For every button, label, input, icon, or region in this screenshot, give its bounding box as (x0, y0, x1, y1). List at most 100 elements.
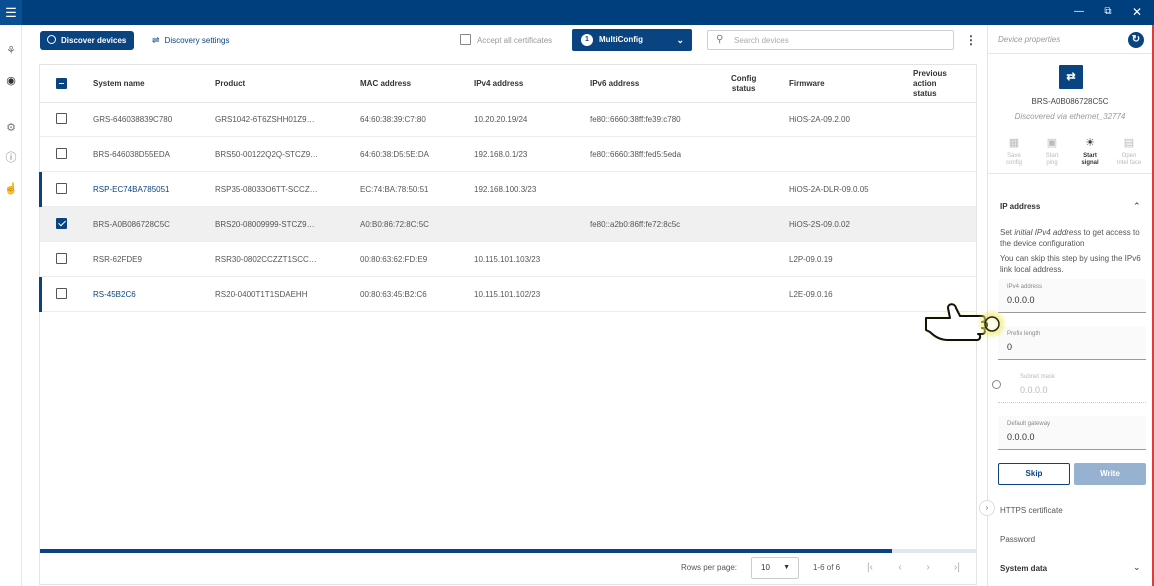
select-all-checkbox[interactable] (56, 78, 67, 89)
more-options-icon[interactable]: ⋮ (965, 31, 977, 50)
accept-all-certificates[interactable]: Accept all certificates (460, 34, 552, 46)
title-bar: ☰ — ⧉ ✕ (0, 0, 1154, 25)
table-row[interactable]: GRS-646038839C780 GRS1042-6T6ZSHH01Z9… 6… (40, 102, 976, 137)
prefix-length-field[interactable]: Prefix length 0 (998, 326, 1146, 360)
table-row[interactable]: RSR-62FDE9 RSR30-0802CCZZT1SCC… 00:80:63… (40, 242, 976, 277)
skip-button[interactable]: Skip (998, 463, 1070, 485)
subnet-mask-toggle[interactable] (992, 380, 1001, 389)
cell-ipv4: 192.168.0.1/23 (474, 150, 528, 159)
chevron-down-icon: ⌄ (676, 35, 684, 45)
first-page-icon[interactable]: |‹ (863, 555, 877, 581)
discovery-settings-button[interactable]: ⇌ Discovery settings (152, 31, 229, 50)
header-product[interactable]: Product (215, 65, 245, 103)
header-ipv4[interactable]: IPv4 address (474, 65, 523, 103)
cell-mac: 00:80:63:62:FD:E9 (360, 255, 428, 264)
table-row[interactable]: BRS-646038D55EDA BRS50-00122Q2Q-STCZ9… 6… (40, 137, 976, 172)
cell-ipv4: 10.20.20.19/24 (474, 115, 528, 124)
write-button[interactable]: Write (1074, 463, 1146, 485)
panel-divider-actions (988, 173, 1152, 174)
discover-devices-button[interactable]: Discover devices (40, 31, 135, 50)
row-checkbox[interactable] (56, 218, 67, 229)
default-gateway-field[interactable]: Default gateway 0.0.0.0 (998, 416, 1146, 450)
row-checkbox[interactable] (56, 288, 67, 299)
multiconfig-dropdown[interactable]: 1 MultiConfig ⌄ (572, 29, 692, 51)
row-checkbox[interactable] (56, 253, 67, 264)
table-row[interactable]: BRS-A0B086728C5C BRS20-08009999-STCZ9… A… (40, 207, 976, 242)
open-window-icon: ▤ (1123, 137, 1135, 149)
discovery-icon[interactable]: ◉ (0, 72, 22, 90)
device-switch-icon: ⇄ (1059, 65, 1083, 89)
network-tree-icon[interactable]: ⚘ (0, 42, 22, 60)
cell-ipv4: 10.115.101.103/23 (474, 255, 541, 264)
cell-product: BRS20-08009999-STCZ9… (215, 220, 315, 229)
header-firmware[interactable]: Firmware (789, 65, 825, 103)
header-system-name[interactable]: System name (93, 65, 145, 103)
panel-title: Device properties (998, 35, 1061, 44)
cell-firmware: HiOS-2A-DLR-09.0.05 (789, 185, 869, 194)
gear-icon[interactable]: ⚙ (0, 119, 22, 137)
row-checkbox[interactable] (56, 183, 67, 194)
start-ping-button[interactable]: ▣ Start ping (1034, 136, 1070, 167)
header-previous-action-status[interactable]: Previous action status (913, 61, 947, 107)
minimize-icon[interactable]: — (1068, 0, 1090, 25)
accept-certs-checkbox[interactable] (460, 34, 471, 45)
ip-address-section-title[interactable]: IP address (1000, 202, 1040, 211)
cell-product: RSR30-0802CCZZT1SCC… (215, 255, 317, 264)
cell-firmware: HiOS-2A-09.2.00 (789, 115, 850, 124)
chevron-up-icon[interactable]: ⌃ (1133, 201, 1141, 212)
https-certificate-section[interactable]: HTTPS certificate (1000, 506, 1063, 515)
device-properties-panel: Device properties ↻ ⇄ BRS-A0B086728C5C D… (988, 25, 1152, 586)
open-interface-button[interactable]: ▤ Open Intel face (1111, 136, 1147, 167)
rows-per-page-select[interactable]: 10 ▼ (751, 557, 799, 579)
refresh-icon[interactable]: ↻ (1128, 32, 1144, 48)
restore-icon[interactable]: ⧉ (1097, 0, 1119, 25)
row-checkbox[interactable] (56, 113, 67, 124)
cell-system-name: RSP-EC74BA785051 (93, 185, 170, 194)
search-input[interactable] (734, 34, 944, 47)
previous-page-icon[interactable]: ‹ (893, 555, 907, 581)
cell-mac: 64:60:38:D5:5E:DA (360, 150, 429, 159)
last-page-icon[interactable]: ›| (950, 555, 964, 581)
table-row[interactable]: RSP-EC74BA785051 RSP35-08033O6TT-SCCZ… E… (39, 172, 976, 207)
cell-system-name: BRS-A0B086728C5C (93, 220, 170, 229)
ipv4-address-field[interactable]: IPv4 address 0.0.0.0 (998, 279, 1146, 313)
header-mac[interactable]: MAC address (360, 65, 411, 103)
toolbar: Discover devices ⇌ Discovery settings Acc… (22, 25, 987, 57)
panel-divider-top (988, 53, 1152, 54)
cell-firmware: L2P-09.0.19 (789, 255, 833, 264)
row-checkbox[interactable] (56, 148, 67, 159)
cell-ipv6: fe80::6660:38ff:fed5:5eda (590, 150, 682, 159)
help-icon[interactable]: ⓘ (0, 149, 22, 167)
caret-down-icon: ▼ (783, 564, 790, 571)
page-range: 1-6 of 6 (813, 563, 841, 572)
password-section[interactable]: Password (1000, 535, 1035, 544)
cell-mac: A0:B0:86:72:8C:5C (360, 220, 429, 229)
system-data-section[interactable]: System data (1000, 564, 1047, 573)
start-signal-button[interactable]: ☀ Start signal (1072, 136, 1108, 167)
cell-ipv4: 192.168.100.3/23 (474, 185, 537, 194)
row-accent (39, 172, 42, 207)
collapse-panel-button[interactable]: › (979, 500, 995, 516)
lightbulb-icon: ☀ (1085, 137, 1095, 149)
pointing-hand-cursor-icon (925, 303, 1004, 341)
cell-mac: 64:60:38:39:C7:80 (360, 115, 426, 124)
scrollbar-thumb[interactable] (40, 549, 892, 553)
header-ipv6[interactable]: IPv6 address (590, 65, 639, 103)
cell-ipv6: fe80::a2b0:86ff:fe72:8c5c (590, 220, 681, 229)
header-config-status[interactable]: Config status (731, 65, 756, 103)
save-icon: ▦ (1008, 137, 1020, 149)
multiconfig-count-badge: 1 (581, 34, 593, 46)
thumbs-up-icon[interactable]: ☝ (0, 180, 22, 198)
menu-icon[interactable]: ☰ (0, 0, 22, 25)
next-page-icon[interactable]: › (921, 555, 935, 581)
horizontal-scrollbar[interactable] (40, 549, 976, 553)
close-icon[interactable]: ✕ (1126, 0, 1148, 25)
save-config-button[interactable]: ▦ Save config (996, 136, 1032, 167)
pagination: Rows per page: 10 ▼ 1-6 of 6 |‹ ‹ › ›| (40, 555, 976, 585)
row-accent (39, 277, 42, 312)
table-row[interactable]: RS-45B2C6 RS20-0400T1T1SDAEHH 00:80:63:4… (39, 277, 976, 312)
cell-system-name: RSR-62FDE9 (93, 255, 142, 264)
cell-product: RS20-0400T1T1SDAEHH (215, 290, 308, 299)
chevron-down-icon[interactable]: ⌄ (1133, 562, 1141, 573)
sliders-icon: ⇌ (152, 35, 160, 45)
